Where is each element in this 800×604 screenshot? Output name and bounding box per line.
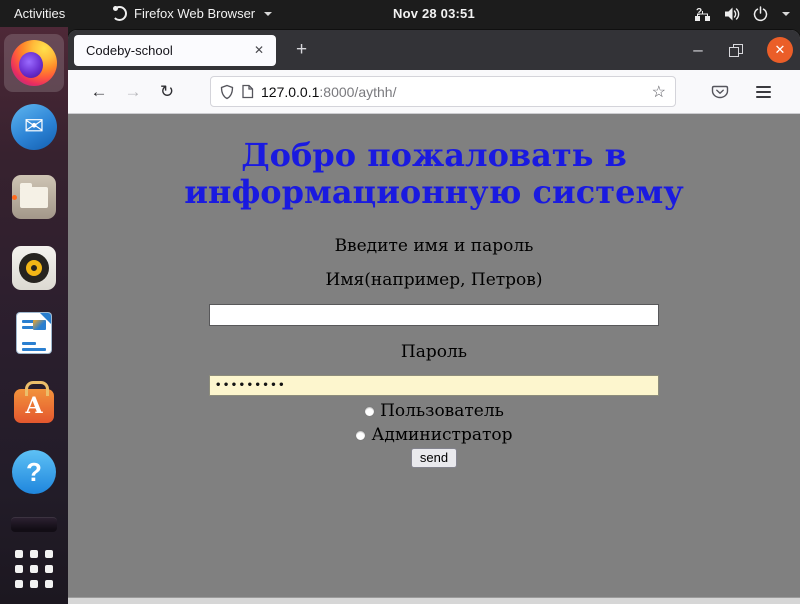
- forward-button[interactable]: →: [120, 82, 146, 102]
- files-icon: [12, 175, 56, 219]
- tab-title: Codeby-school: [86, 43, 250, 58]
- ubuntu-software-icon: A: [14, 389, 54, 423]
- tab-bar: Codeby-school ✕ + – ✕: [68, 30, 800, 70]
- new-tab-button[interactable]: +: [290, 39, 313, 61]
- password-input[interactable]: [209, 375, 659, 396]
- gnome-top-bar: Activities Firefox Web Browser Nov 28 03…: [0, 0, 800, 27]
- status-caret-icon: [782, 12, 790, 16]
- network-offline-icon[interactable]: ?: [694, 6, 712, 22]
- radio-admin[interactable]: Администратор: [355, 425, 512, 445]
- radio-admin-circle[interactable]: [355, 430, 366, 441]
- name-input[interactable]: [209, 304, 659, 326]
- minimize-button[interactable]: –: [691, 45, 705, 55]
- firefox-mono-icon: [112, 6, 127, 21]
- firefox-window: Codeby-school ✕ + – ✕ ← → ↻ 127.0.0.1:80…: [68, 30, 800, 604]
- pocket-icon[interactable]: [710, 82, 730, 102]
- ubuntu-dock: ✉ A ?: [0, 27, 68, 604]
- url-text: 127.0.0.1:8000/aythh/: [261, 84, 396, 100]
- radio-user[interactable]: Пользователь: [364, 401, 504, 421]
- dock-item-rhythmbox[interactable]: [10, 244, 58, 292]
- thunderbird-icon: ✉: [11, 104, 57, 150]
- url-bar[interactable]: 127.0.0.1:8000/aythh/ ☆: [210, 76, 676, 107]
- app-grid-icon: [15, 550, 53, 588]
- send-button[interactable]: send: [411, 448, 457, 468]
- libreoffice-writer-icon: [17, 313, 51, 353]
- dock-item-libreoffice-writer[interactable]: [10, 309, 58, 357]
- dock-item-window-thumbnail[interactable]: [10, 514, 58, 534]
- radio-user-label: Пользователь: [380, 401, 504, 421]
- radio-admin-label: Администратор: [371, 425, 512, 445]
- dock-item-thunderbird[interactable]: ✉: [10, 103, 58, 151]
- window-controls: – ✕: [691, 30, 793, 70]
- name-label: Имя(например, Петров): [326, 270, 543, 290]
- reload-button[interactable]: ↻: [154, 82, 180, 102]
- url-host: 127.0.0.1: [261, 84, 319, 100]
- dock-item-ubuntu-software[interactable]: A: [10, 378, 58, 426]
- web-page-content: Добро пожаловать в информационную систем…: [68, 115, 800, 597]
- rhythmbox-icon: [12, 246, 56, 290]
- bookmark-star-icon[interactable]: ☆: [652, 82, 666, 102]
- window-close-button[interactable]: ✕: [767, 37, 793, 63]
- tab-close-icon[interactable]: ✕: [250, 41, 268, 59]
- dock-item-firefox[interactable]: [10, 39, 58, 87]
- intro-text: Введите имя и пароль: [335, 236, 534, 256]
- back-button[interactable]: ←: [86, 82, 112, 102]
- volume-icon[interactable]: [723, 6, 741, 22]
- caret-down-icon: [264, 12, 272, 16]
- files-running-dot: [12, 195, 17, 200]
- hamburger-menu-icon[interactable]: [752, 82, 775, 102]
- url-path: :8000/aythh/: [319, 84, 396, 100]
- password-label: Пароль: [401, 342, 467, 362]
- tab-codeby-school[interactable]: Codeby-school ✕: [74, 35, 276, 66]
- clock[interactable]: Nov 28 03:51: [393, 0, 475, 27]
- system-status-area[interactable]: ?: [694, 0, 790, 27]
- help-icon: ?: [12, 450, 56, 494]
- shield-icon[interactable]: [220, 84, 234, 100]
- page-info-icon[interactable]: [241, 84, 254, 99]
- show-applications-button[interactable]: [10, 545, 58, 593]
- restore-button[interactable]: [729, 44, 743, 57]
- window-thumbnail-icon: [11, 517, 57, 532]
- window-bottom-edge: [68, 597, 800, 604]
- dock-item-files[interactable]: [10, 173, 58, 221]
- app-menu-label: Firefox Web Browser: [134, 6, 255, 21]
- navigation-toolbar: ← → ↻ 127.0.0.1:8000/aythh/ ☆: [68, 70, 800, 114]
- page-title: Добро пожаловать в информационную систем…: [124, 137, 744, 211]
- activities-button[interactable]: Activities: [14, 0, 65, 27]
- dock-item-help[interactable]: ?: [10, 448, 58, 496]
- radio-user-circle[interactable]: [364, 406, 375, 417]
- power-icon[interactable]: [752, 6, 769, 22]
- app-menu[interactable]: Firefox Web Browser: [112, 0, 272, 27]
- firefox-icon: [11, 40, 57, 86]
